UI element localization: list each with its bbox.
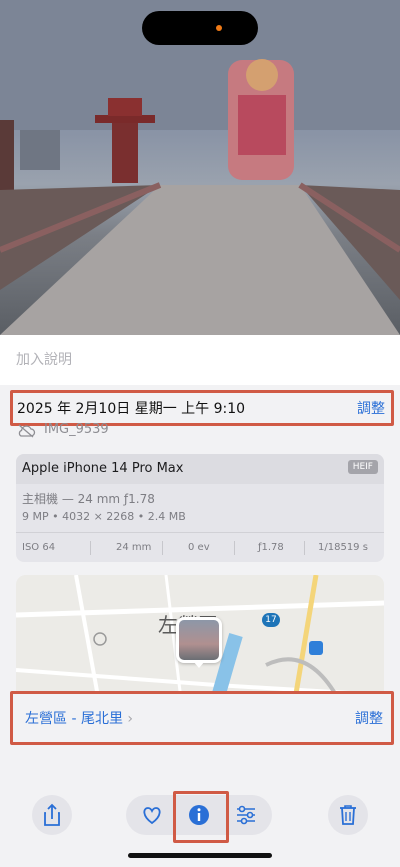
caption-placeholder: 加入說明 xyxy=(16,352,72,368)
cloud-slash-icon xyxy=(18,424,36,438)
dynamic-island xyxy=(142,11,258,45)
exif-aperture: ƒ1.78 xyxy=(258,542,284,553)
exif-row: ISO 64 24 mm 0 ev ƒ1.78 1/18519 s xyxy=(16,532,384,562)
camera-info-card: Apple iPhone 14 Pro Max HEIF 主相機 — 24 mm… xyxy=(16,454,384,562)
exif-shutter: 1/18519 s xyxy=(318,542,368,553)
adjust-location-button[interactable]: 調整 xyxy=(355,708,383,728)
camera-card-header: Apple iPhone 14 Pro Max HEIF xyxy=(16,454,384,484)
info-button-highlight xyxy=(173,791,229,843)
camera-indicator-dot xyxy=(216,25,222,31)
capture-date: 2025 年 2月10日 星期一 上午 9:10 xyxy=(17,401,246,417)
format-badge: HEIF xyxy=(347,460,378,474)
caption-field[interactable]: 加入說明 xyxy=(0,335,400,385)
share-icon xyxy=(44,803,60,826)
photo-preview[interactable] xyxy=(0,0,400,335)
photo-scene xyxy=(0,0,400,335)
file-name: IMG_9539 xyxy=(44,422,109,437)
exif-exposure: 0 ev xyxy=(188,542,210,553)
photo-location-pin[interactable] xyxy=(176,617,222,668)
location-row: 左營區 - 尾北里 › 調整 xyxy=(10,691,394,745)
metro-station-icon xyxy=(309,641,323,655)
pin-thumbnail xyxy=(179,620,219,660)
adjust-date-button[interactable]: 調整 xyxy=(357,398,385,418)
chevron-right-icon: › xyxy=(127,711,134,727)
heart-icon[interactable] xyxy=(132,795,172,835)
location-name-link[interactable]: 左營區 - 尾北里 › xyxy=(25,708,133,728)
camera-model: Apple iPhone 14 Pro Max xyxy=(22,461,184,476)
lens-info: 主相機 — 24 mm ƒ1.78 xyxy=(22,492,155,506)
date-row: 2025 年 2月10日 星期一 上午 9:10 調整 xyxy=(10,390,394,426)
pin-pointer xyxy=(193,661,205,668)
home-indicator xyxy=(128,853,272,858)
adjust-icon[interactable] xyxy=(226,795,266,835)
trash-icon xyxy=(340,805,356,825)
image-specs: 9 MP • 4032 × 2268 • 2.4 MB xyxy=(22,510,186,523)
location-name: 左營區 - 尾北里 xyxy=(25,711,123,727)
delete-button[interactable] xyxy=(328,795,368,835)
route-shield: 17 xyxy=(262,613,280,627)
exif-iso: ISO 64 xyxy=(22,542,56,553)
exif-focal-length: 24 mm xyxy=(116,542,152,553)
share-button[interactable] xyxy=(32,795,72,835)
